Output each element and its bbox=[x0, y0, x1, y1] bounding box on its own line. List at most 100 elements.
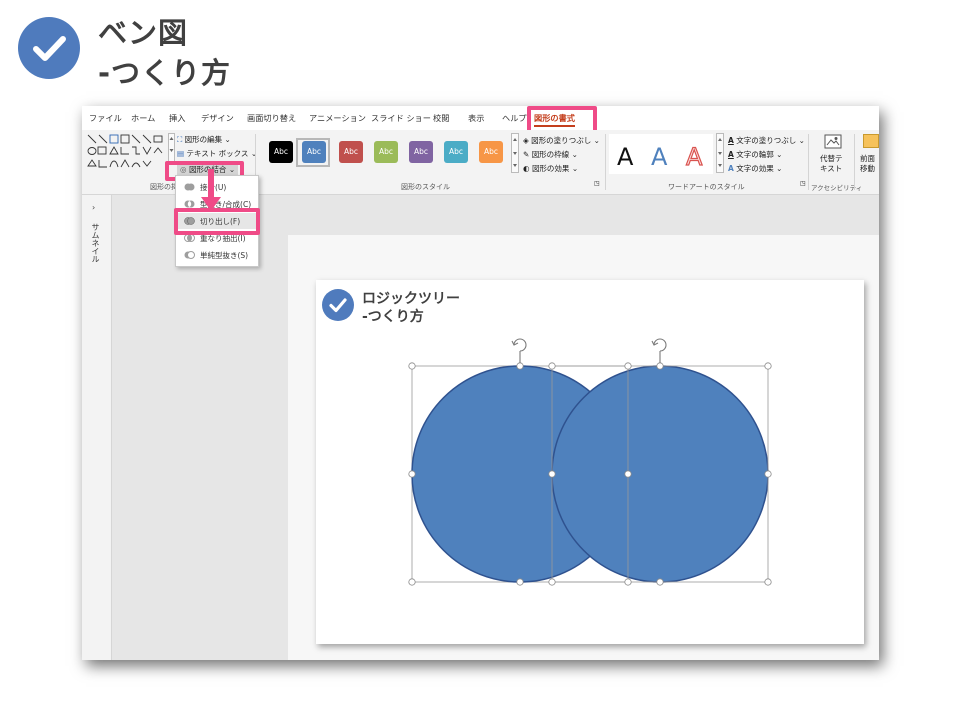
shape-fill-label: 図形の塗りつぶし bbox=[531, 136, 592, 145]
rotate-handle-icon[interactable] bbox=[511, 338, 527, 363]
wordart-style-blue[interactable]: A bbox=[651, 143, 667, 171]
menu-item-label: 単純型抜き(S) bbox=[200, 251, 249, 260]
shape-effects-label: 図形の効果 bbox=[531, 164, 570, 173]
page-title: ベン図 bbox=[98, 16, 189, 50]
slide-subtitle: -つくり方 bbox=[362, 309, 424, 325]
text-box-icon: ▤ bbox=[177, 149, 185, 158]
pen-icon: ✎ bbox=[523, 150, 530, 159]
resize-handle[interactable] bbox=[548, 578, 556, 586]
tab-view[interactable]: 表示 bbox=[468, 112, 484, 124]
edit-shape-label: 図形の編集 bbox=[184, 135, 223, 144]
menu-item-subtract[interactable]: 単純型抜き(S) bbox=[176, 247, 258, 263]
group-divider bbox=[605, 134, 606, 190]
edit-shape-button[interactable]: ⛶ 図形の編集 ⌄ bbox=[177, 134, 231, 145]
shape-gallery-icon[interactable] bbox=[86, 133, 166, 171]
alt-text-icon bbox=[824, 134, 842, 149]
tab-design[interactable]: デザイン bbox=[201, 112, 234, 124]
resize-handle[interactable] bbox=[408, 470, 416, 478]
style-swatch-red[interactable]: Abc bbox=[339, 141, 363, 163]
resize-handle[interactable] bbox=[548, 362, 556, 370]
shape-fill-button[interactable]: ◈ 図形の塗りつぶし ⌄ bbox=[523, 135, 600, 146]
tab-animations[interactable]: アニメーション bbox=[309, 112, 366, 124]
group-divider bbox=[808, 134, 809, 190]
style-sample: Abc bbox=[448, 147, 463, 156]
text-effects-button[interactable]: A 文字の効果 ⌄ bbox=[728, 163, 782, 174]
chevron-right-icon[interactable]: › bbox=[92, 203, 95, 212]
style-swatch-orange[interactable]: Abc bbox=[479, 141, 503, 163]
shape-outline-button[interactable]: ✎ 図形の枠線 ⌄ bbox=[523, 149, 578, 160]
slide-title: ロジックツリー bbox=[362, 291, 460, 307]
text-outline-label: 文字の輪郭 bbox=[736, 150, 774, 159]
thumbnail-pane-label: サムネイル bbox=[91, 223, 100, 263]
resize-handle[interactable] bbox=[656, 362, 664, 370]
dialog-launcher-icon[interactable]: ◳ bbox=[594, 180, 600, 187]
chevron-down-icon: ⌄ bbox=[571, 150, 578, 159]
bring-forward-button[interactable]: 前面 移動 bbox=[860, 134, 879, 180]
style-sample: Abc bbox=[306, 147, 321, 156]
resize-handle[interactable] bbox=[408, 362, 416, 370]
text-effects-label: 文字の効果 bbox=[736, 164, 774, 173]
chevron-down-icon: ⌄ bbox=[776, 164, 783, 173]
text-box-label: テキスト ボックス bbox=[186, 149, 249, 158]
page-subtitle: -つくり方 bbox=[98, 56, 232, 90]
text-outline-button[interactable]: A 文字の輪郭 ⌄ bbox=[728, 149, 782, 160]
alt-text-button[interactable]: 代替テ キスト bbox=[815, 134, 851, 180]
union-icon bbox=[184, 183, 195, 191]
resize-handle[interactable] bbox=[516, 362, 524, 370]
chevron-down-icon: ⌄ bbox=[571, 164, 579, 173]
rotate-handle-icon[interactable] bbox=[651, 338, 667, 363]
edit-shape-icon: ⛶ bbox=[177, 135, 183, 144]
chevron-down-icon: ⌄ bbox=[776, 150, 783, 159]
tab-slideshow[interactable]: スライド ショー bbox=[371, 112, 431, 124]
tab-help[interactable]: ヘルプ bbox=[502, 112, 527, 124]
wordart-style-plain[interactable]: A bbox=[617, 143, 633, 171]
resize-handle[interactable] bbox=[764, 362, 772, 370]
shape-styles-group-label: 図形のスタイル bbox=[401, 183, 450, 191]
style-scroll-icon[interactable] bbox=[511, 133, 519, 173]
style-sample: Abc bbox=[343, 147, 358, 156]
resize-handle[interactable] bbox=[764, 578, 772, 586]
text-outline-icon: A bbox=[728, 150, 734, 159]
venn-diagram bbox=[408, 338, 772, 586]
checkmark-icon bbox=[322, 289, 354, 321]
style-sample: Abc bbox=[378, 147, 393, 156]
slide[interactable]: ロジックツリー -つくり方 bbox=[316, 280, 864, 644]
dialog-launcher-icon[interactable]: ◳ bbox=[800, 180, 806, 187]
resize-handle[interactable] bbox=[516, 578, 524, 586]
style-swatch-purple[interactable]: Abc bbox=[409, 141, 433, 163]
wordart-style-outline[interactable]: A bbox=[685, 142, 703, 171]
chevron-down-icon: ⌄ bbox=[798, 136, 805, 145]
style-sample: Abc bbox=[483, 147, 498, 156]
resize-handle[interactable] bbox=[624, 362, 632, 370]
group-divider bbox=[854, 134, 855, 190]
tab-review[interactable]: 校閲 bbox=[433, 112, 449, 124]
resize-handle[interactable] bbox=[408, 578, 416, 586]
resize-handle[interactable] bbox=[656, 578, 664, 586]
bring-forward-icon bbox=[863, 134, 879, 148]
style-sample: Abc bbox=[413, 147, 428, 156]
text-box-button[interactable]: ▤ テキスト ボックス ⌄ bbox=[177, 148, 257, 159]
highlight-box bbox=[174, 208, 260, 235]
shape-effects-button[interactable]: ◐ 図形の効果 ⌄ bbox=[523, 163, 578, 174]
resize-handle[interactable] bbox=[624, 578, 632, 586]
thumbnail-pane[interactable]: › サムネイル bbox=[82, 195, 112, 660]
tab-transitions[interactable]: 画面切り替え bbox=[247, 112, 296, 124]
style-swatch-aqua[interactable]: Abc bbox=[444, 141, 468, 163]
wordart-scroll-icon[interactable] bbox=[716, 133, 724, 173]
text-fill-button[interactable]: A 文字の塗りつぶし ⌄ bbox=[728, 135, 805, 146]
effects-icon: ◐ bbox=[523, 164, 530, 173]
style-swatch-black[interactable]: Abc bbox=[269, 141, 293, 163]
paint-bucket-icon: ◈ bbox=[523, 136, 529, 145]
resize-handle[interactable] bbox=[624, 470, 632, 478]
bring-forward-label-2: 移動 bbox=[860, 164, 875, 173]
style-swatch-green[interactable]: Abc bbox=[374, 141, 398, 163]
resize-handle[interactable] bbox=[548, 470, 556, 478]
resize-handle[interactable] bbox=[764, 470, 772, 478]
subtract-icon bbox=[184, 251, 195, 259]
tab-insert[interactable]: 挿入 bbox=[169, 112, 185, 124]
tab-file[interactable]: ファイル bbox=[89, 112, 122, 124]
tab-home[interactable]: ホーム bbox=[131, 112, 155, 124]
venn-circle-right[interactable] bbox=[551, 365, 769, 583]
style-swatch-blue[interactable]: Abc bbox=[302, 141, 326, 163]
text-effects-icon: A bbox=[728, 164, 734, 173]
